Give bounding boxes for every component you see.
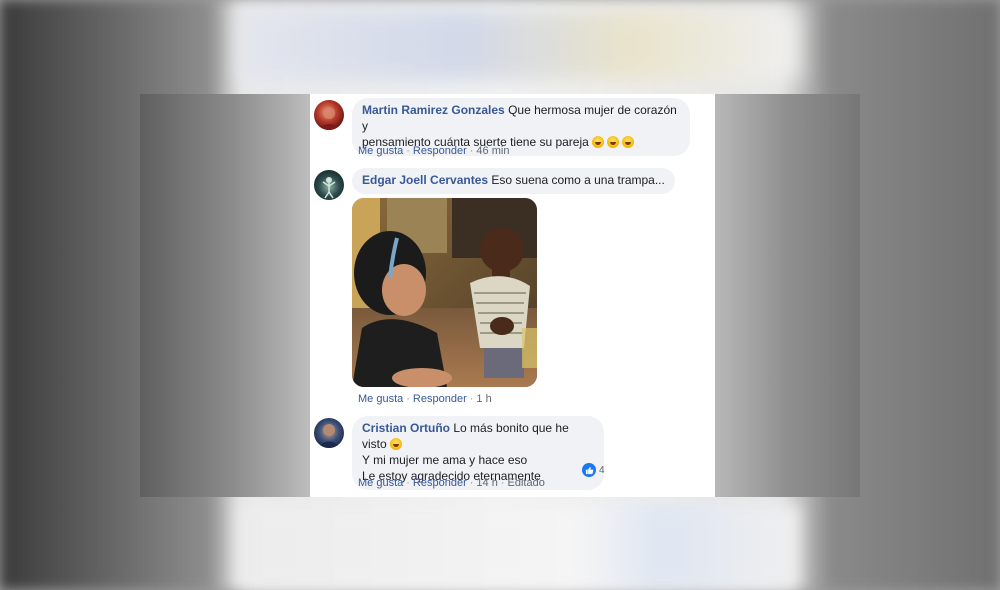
blurred-header-area — [240, 10, 800, 80]
comment-author[interactable]: Edgar Joell Cervantes — [362, 173, 488, 187]
left-frame-panel — [140, 94, 310, 497]
grinning-emoji-icon — [621, 136, 634, 148]
timestamp[interactable]: 46 min — [476, 145, 509, 157]
grinning-emoji-icon — [591, 136, 604, 148]
comment-cristian: Cristian Ortuño Lo más bonito que he vis… — [314, 416, 714, 496]
avatar[interactable] — [314, 418, 344, 448]
avatar[interactable] — [314, 100, 344, 130]
avatar-image-icon — [317, 424, 341, 448]
comment-text: Eso suena como a una trampa... — [491, 173, 665, 187]
timestamp[interactable]: 1 h — [476, 393, 491, 405]
reaction-summary[interactable]: 4 — [582, 463, 605, 477]
reply-link[interactable]: Responder — [413, 477, 467, 489]
right-frame-panel — [715, 94, 860, 497]
comment-author[interactable]: Martin Ramirez Gonzales — [362, 103, 505, 117]
meme-photo-icon — [352, 198, 537, 387]
reply-link[interactable]: Responder — [413, 393, 467, 405]
comment-bubble: Edgar Joell Cervantes Eso suena como a u… — [352, 168, 675, 194]
edited-label[interactable]: Editado — [508, 477, 545, 489]
crying-emoji-icon — [389, 438, 402, 450]
avatar[interactable] — [314, 170, 344, 200]
like-link[interactable]: Me gusta — [358, 393, 403, 405]
like-link[interactable]: Me gusta — [358, 145, 403, 157]
comment-martin: Martin Ramirez Gonzales Que hermosa muje… — [314, 94, 714, 164]
like-reaction-icon — [582, 463, 596, 477]
comment-actions: Me gusta · Responder · 14 h · Editado — [358, 477, 545, 489]
grinning-emoji-icon — [606, 136, 619, 148]
reply-link[interactable]: Responder — [413, 145, 467, 157]
avatar-image-icon — [322, 177, 336, 199]
timestamp[interactable]: 14 h — [476, 477, 497, 489]
comment-image[interactable] — [352, 198, 537, 387]
comment-actions: Me gusta · Responder · 1 h — [358, 393, 492, 405]
like-link[interactable]: Me gusta — [358, 477, 403, 489]
blurred-footer-area — [240, 505, 800, 590]
avatar-image-icon — [317, 107, 341, 130]
comment-author[interactable]: Cristian Ortuño — [362, 421, 450, 435]
reaction-count: 4 — [599, 464, 605, 476]
comment-actions: Me gusta · Responder · 46 min — [358, 145, 510, 157]
comment-text: Y mi mujer me ama y hace eso — [362, 453, 528, 467]
comments-panel: Martin Ramirez Gonzales Que hermosa muje… — [310, 94, 715, 497]
comment-edgar: Edgar Joell Cervantes Eso suena como a u… — [314, 168, 714, 418]
